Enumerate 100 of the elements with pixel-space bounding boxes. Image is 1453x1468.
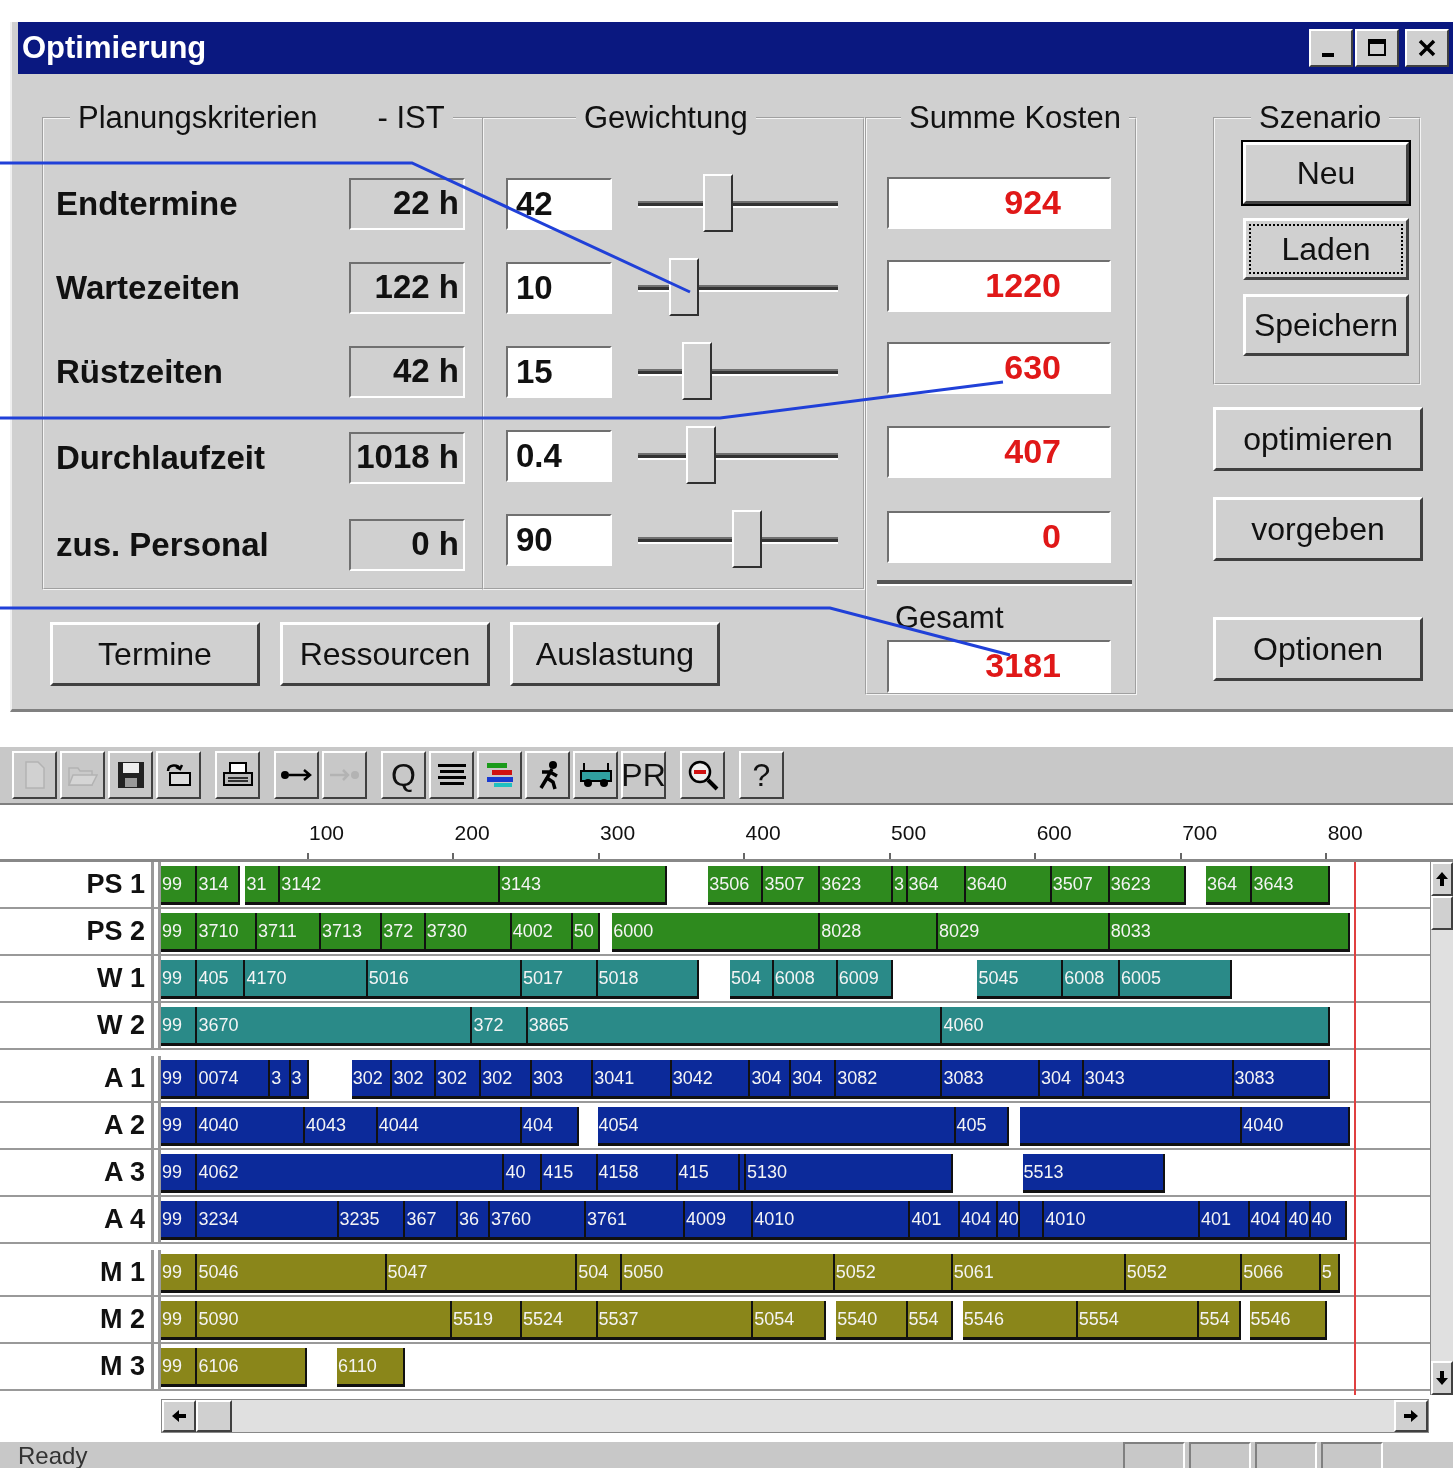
weight-slider[interactable]: [638, 174, 838, 234]
weight-slider[interactable]: [638, 426, 838, 486]
task-bar[interactable]: 5546: [962, 1301, 1078, 1340]
maximize-button[interactable]: [1355, 29, 1399, 67]
task-bar[interactable]: 303: [532, 1060, 594, 1099]
scenario-button[interactable]: Laden: [1243, 218, 1409, 280]
task-bar[interactable]: 5066: [1242, 1254, 1321, 1293]
task-bar[interactable]: 4158: [597, 1154, 678, 1193]
task-bar[interactable]: 3083: [942, 1060, 1040, 1099]
task-bar[interactable]: 415: [677, 1154, 741, 1193]
task-bar[interactable]: 6005: [1120, 960, 1233, 999]
task-bar[interactable]: 4009: [684, 1201, 754, 1240]
task-bar[interactable]: 40: [504, 1154, 543, 1193]
task-bar[interactable]: 3643: [1252, 866, 1330, 905]
task-bar[interactable]: 404: [521, 1107, 579, 1146]
task-bar[interactable]: 554: [1198, 1301, 1241, 1340]
task-bar[interactable]: 99: [161, 866, 198, 905]
task-bar[interactable]: 8028: [820, 913, 939, 952]
vehicle-button[interactable]: [573, 751, 618, 799]
toolbar-button[interactable]: PR: [621, 751, 666, 799]
task-bar[interactable]: 5090: [197, 1301, 453, 1340]
task-bar[interactable]: 415: [542, 1154, 598, 1193]
task-bar[interactable]: 5546: [1249, 1301, 1327, 1340]
task-bar[interactable]: 3761: [585, 1201, 685, 1240]
task-bar[interactable]: 404: [959, 1201, 998, 1240]
task-bar[interactable]: 5524: [521, 1301, 598, 1340]
task-bar[interactable]: 99: [161, 1107, 198, 1146]
slider-thumb[interactable]: [668, 258, 699, 316]
slider-thumb[interactable]: [702, 174, 733, 232]
task-bar[interactable]: 99: [161, 1254, 198, 1293]
task-bar[interactable]: 31: [245, 866, 281, 905]
task-bar[interactable]: 99: [161, 1060, 198, 1099]
task-bar[interactable]: 8029: [938, 913, 1110, 952]
task-bar[interactable]: 364: [1205, 866, 1253, 905]
task-bar[interactable]: 3042: [671, 1060, 751, 1099]
grid-button[interactable]: [429, 751, 474, 799]
task-bar[interactable]: 50: [572, 913, 601, 952]
task-bar[interactable]: 6008: [773, 960, 838, 999]
task-bar[interactable]: 5052: [834, 1254, 953, 1293]
view-button[interactable]: Termine: [50, 622, 260, 686]
slider-thumb[interactable]: [685, 426, 716, 484]
bars-button[interactable]: [477, 751, 522, 799]
task-bar[interactable]: 3043: [1083, 1060, 1234, 1099]
task-bar[interactable]: 4002: [511, 913, 573, 952]
task-bar[interactable]: 3041: [593, 1060, 672, 1099]
task-bar[interactable]: 4044: [377, 1107, 522, 1146]
task-bar[interactable]: 405: [955, 1107, 1010, 1146]
task-bar[interactable]: 5052: [1125, 1254, 1243, 1293]
task-bar[interactable]: 3506: [708, 866, 764, 905]
task-bar[interactable]: 5537: [597, 1301, 754, 1340]
task-bar[interactable]: 5050: [622, 1254, 835, 1293]
task-bar[interactable]: 40: [1287, 1201, 1311, 1240]
task-bar[interactable]: 3507: [1051, 866, 1110, 905]
task-bar[interactable]: 99: [161, 913, 198, 952]
weight-field[interactable]: 90: [506, 514, 612, 566]
task-bar[interactable]: 5061: [952, 1254, 1126, 1293]
task-bar[interactable]: 5045: [977, 960, 1064, 999]
view-button[interactable]: Auslastung: [510, 622, 720, 686]
action-button[interactable]: optimieren: [1213, 407, 1423, 471]
task-bar[interactable]: 8033: [1109, 913, 1350, 952]
task-bar[interactable]: 302: [481, 1060, 533, 1099]
task-bar[interactable]: 6008: [1063, 960, 1120, 999]
task-bar[interactable]: 4060: [942, 1007, 1330, 1046]
task-bar[interactable]: 5017: [521, 960, 598, 999]
task-bar[interactable]: 504: [730, 960, 774, 999]
task-bar[interactable]: 3730: [425, 913, 512, 952]
slider-thumb[interactable]: [682, 342, 713, 400]
task-bar[interactable]: 3865: [527, 1007, 943, 1046]
task-bar[interactable]: 3234: [197, 1201, 339, 1240]
runner-button[interactable]: [525, 751, 570, 799]
task-bar[interactable]: 40: [997, 1201, 1020, 1240]
task-bar[interactable]: 401: [1200, 1201, 1250, 1240]
scenario-button[interactable]: Speichern: [1243, 294, 1409, 356]
task-bar[interactable]: 4054: [597, 1107, 956, 1146]
dot-arrow-button[interactable]: [274, 751, 319, 799]
task-bar[interactable]: 5018: [597, 960, 700, 999]
task-bar[interactable]: 99: [161, 1007, 198, 1046]
scroll-thumb[interactable]: [196, 1400, 232, 1432]
task-bar[interactable]: 5554: [1077, 1301, 1199, 1340]
weight-slider[interactable]: [638, 342, 838, 402]
task-bar[interactable]: 3713: [321, 913, 383, 952]
task-bar[interactable]: 99: [161, 960, 198, 999]
task-bar[interactable]: 99: [161, 1301, 198, 1340]
task-bar[interactable]: 304: [750, 1060, 792, 1099]
task-bar[interactable]: 5519: [452, 1301, 522, 1340]
task-bar[interactable]: 5046: [197, 1254, 387, 1293]
task-bar[interactable]: 4010: [1044, 1201, 1201, 1240]
task-bar[interactable]: 3670: [197, 1007, 473, 1046]
task-bar[interactable]: 6110: [337, 1348, 406, 1387]
action-button[interactable]: Optionen: [1213, 617, 1423, 681]
task-bar[interactable]: 6000: [612, 913, 821, 952]
toolbar-button[interactable]: Q: [381, 751, 426, 799]
task-bar[interactable]: 3082: [836, 1060, 943, 1099]
task-bar[interactable]: 314: [197, 866, 240, 905]
task-bar[interactable]: 3: [270, 1060, 291, 1099]
task-bar[interactable]: 3507: [763, 866, 821, 905]
task-bar[interactable]: 3711: [257, 913, 322, 952]
task-bar[interactable]: 3623: [1109, 866, 1186, 905]
task-bar[interactable]: 401: [910, 1201, 960, 1240]
slider-thumb[interactable]: [731, 510, 762, 568]
